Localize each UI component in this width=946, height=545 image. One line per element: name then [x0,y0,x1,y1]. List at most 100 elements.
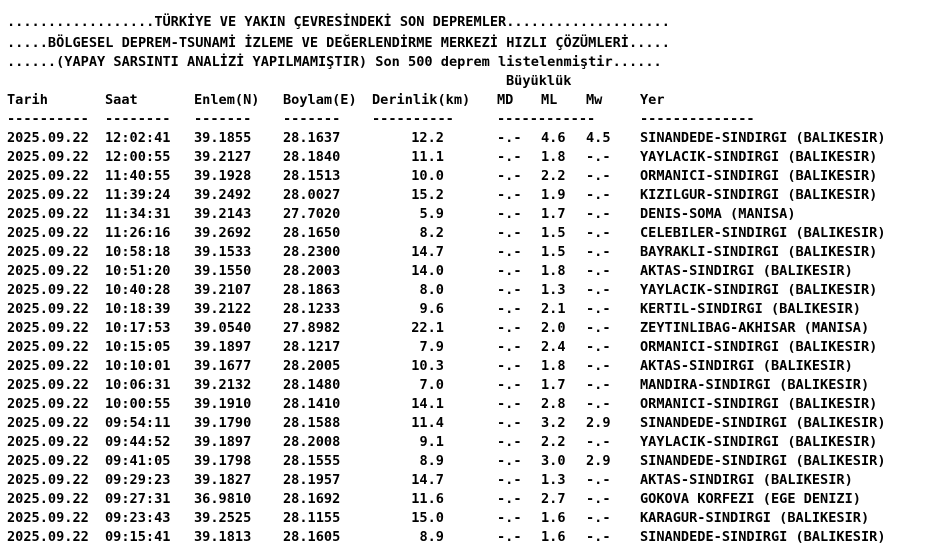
table-row: 2025.09.22 10:18:39 39.2122 28.1233 9.6 -.- 2.… [7,300,946,319]
separator-boylam: ------- [283,111,341,127]
column-header-saat: Saat [105,92,138,108]
table-row: 2025.09.22 11:39:24 39.2492 28.0027 15.2 -.- 1… [7,186,946,205]
cell-depth: 10.3 [411,358,444,374]
cell-md: -.- [497,453,522,469]
cell-md: -.- [497,377,522,393]
cell-ml: 2.2 [541,434,566,450]
cell-place: BAYRAKLI-SINDIRGI (BALIKESIR) [640,244,878,260]
cell-place: SINANDEDE-SINDIRGI (BALIKESIR) [640,453,886,469]
cell-depth: 10.0 [411,168,444,184]
table-row: 2025.09.22 09:41:05 39.1798 28.1555 8.9 -.- 3.… [7,452,946,471]
table-row: 2025.09.22 10:10:01 39.1677 28.2005 10.3 -.- 1… [7,357,946,376]
cell-ml: 1.7 [541,377,566,393]
cell-place: YAYLACIK-SINDIRGI (BALIKESIR) [640,434,878,450]
cell-md: -.- [497,472,522,488]
table-row: 2025.09.22 11:26:16 39.2692 28.1650 8.2 -.- 1.… [7,224,946,243]
cell-md: -.- [497,510,522,526]
cell-mw: 2.9 [586,453,611,469]
cell-place: KERTIL-SINDIRGI (BALIKESIR) [640,301,861,317]
cell-place: ZEYTINLIBAG-AKHISAR (MANISA) [640,320,870,336]
cell-md: -.- [497,225,522,241]
cell-depth: 8.9 [419,529,444,545]
cell-md: -.- [497,130,522,146]
column-header-tarih: Tarih [7,92,48,108]
cell-place: KIZILGUR-SINDIRGI (BALIKESIR) [640,187,878,203]
cell-depth: 7.9 [419,339,444,355]
cell-md: -.- [497,206,522,222]
cell-mw: -.- [586,149,611,165]
cell-depth: 9.6 [419,301,444,317]
cell-place: AKTAS-SINDIRGI (BALIKESIR) [640,263,853,279]
cell-place: ORMANICI-SINDIRGI (BALIKESIR) [640,168,878,184]
cell-mw: 4.5 [586,130,611,146]
cell-place: MANDIRA-SINDIRGI (BALIKESIR) [640,377,870,393]
cell-md: -.- [497,491,522,507]
separator-yer: -------------- [640,111,755,127]
cell-ml: 2.0 [541,320,566,336]
cell-ml: 2.4 [541,339,566,355]
separator-magnitude: ------------ [497,111,596,127]
cell-ml: 1.3 [541,282,566,298]
header-note-line: ......(YAPAY SARSINTI ANALİZİ YAPILMAMIŞ… [7,54,662,70]
cell-ml: 1.8 [541,263,566,279]
table-row: 2025.09.22 09:44:52 39.1897 28.2008 9.1 -.- 2.… [7,433,946,452]
column-header-mw: Mw [586,92,603,108]
column-header-boylam: Boylam(E) [283,92,357,108]
cell-mw: -.- [586,339,611,355]
cell-depth: 15.0 [411,510,444,526]
column-separator-row: ---------- -------- ------- ------- ----… [7,110,946,129]
cell-md: -.- [497,263,522,279]
cell-depth: 11.4 [411,415,444,431]
cell-place: DENIS-SOMA (MANISA) [640,206,796,222]
cell-md: -.- [497,529,522,545]
cell-md: -.- [497,320,522,336]
separator-tarih: ---------- [7,111,89,127]
cell-place: YAYLACIK-SINDIRGI (BALIKESIR) [640,149,878,165]
cell-depth: 7.0 [419,377,444,393]
table-row: 2025.09.22 10:40:28 39.2107 28.1863 8.0 -.- 1.… [7,281,946,300]
cell-md: -.- [497,415,522,431]
cell-md: -.- [497,282,522,298]
cell-mw: -.- [586,491,611,507]
column-header-yer: Yer [640,92,665,108]
cell-ml: 1.5 [541,244,566,260]
cell-ml: 1.5 [541,225,566,241]
cell-ml: 1.6 [541,510,566,526]
cell-md: -.- [497,187,522,203]
cell-md: -.- [497,396,522,412]
cell-md: -.- [497,244,522,260]
cell-place: KARAGUR-SINDIRGI (BALIKESIR) [640,510,870,526]
cell-md: -.- [497,168,522,184]
cell-depth: 14.1 [411,396,444,412]
cell-mw: -.- [586,168,611,184]
cell-ml: 2.2 [541,168,566,184]
column-header-md: MD [497,92,514,108]
cell-depth: 14.0 [411,263,444,279]
cell-ml: 3.2 [541,415,566,431]
cell-depth: 15.2 [411,187,444,203]
cell-depth: 8.0 [419,282,444,298]
cell-place: GOKOVA KORFEZI (EGE DENIZI) [640,491,861,507]
magnitude-group-label: Büyüklük [506,73,572,89]
cell-place: SINANDEDE-SINDIRGI (BALIKESIR) [640,130,886,146]
column-header-derinlik: Derinlik(km) [372,92,471,108]
cell-mw: -.- [586,263,611,279]
earthquake-list-page: ..................TÜRKİYE VE YAKIN ÇEVRE… [0,0,946,545]
cell-depth: 14.7 [411,244,444,260]
cell-mw: 2.9 [586,415,611,431]
cell-mw: -.- [586,301,611,317]
cell-mw: -.- [586,358,611,374]
cell-place: SINANDEDE-SINDIRGI (BALIKESIR) [640,415,886,431]
separator-saat: -------- [105,111,171,127]
cell-md: -.- [497,358,522,374]
table-row: 2025.09.22 10:00:55 39.1910 28.1410 14.1 -.- 2… [7,395,946,414]
table-row: 2025.09.22 09:54:11 39.1790 28.1588 11.4 -.- 3… [7,414,946,433]
cell-mw: -.- [586,282,611,298]
table-row: 2025.09.22 09:23:43 39.2525 28.1155 15.0 -.- 1… [7,509,946,528]
table-row: 2025.09.22 09:29:23 39.1827 28.1957 14.7 -.- 1… [7,471,946,490]
header-agency-line: .....BÖLGESEL DEPREM-TSUNAMİ İZLEME VE D… [7,35,670,51]
cell-mw: -.- [586,206,611,222]
cell-mw: -.- [586,377,611,393]
cell-depth: 11.6 [411,491,444,507]
table-row: 2025.09.22 12:02:41 39.1855 28.1637 12.2 -.- 4… [7,129,946,148]
